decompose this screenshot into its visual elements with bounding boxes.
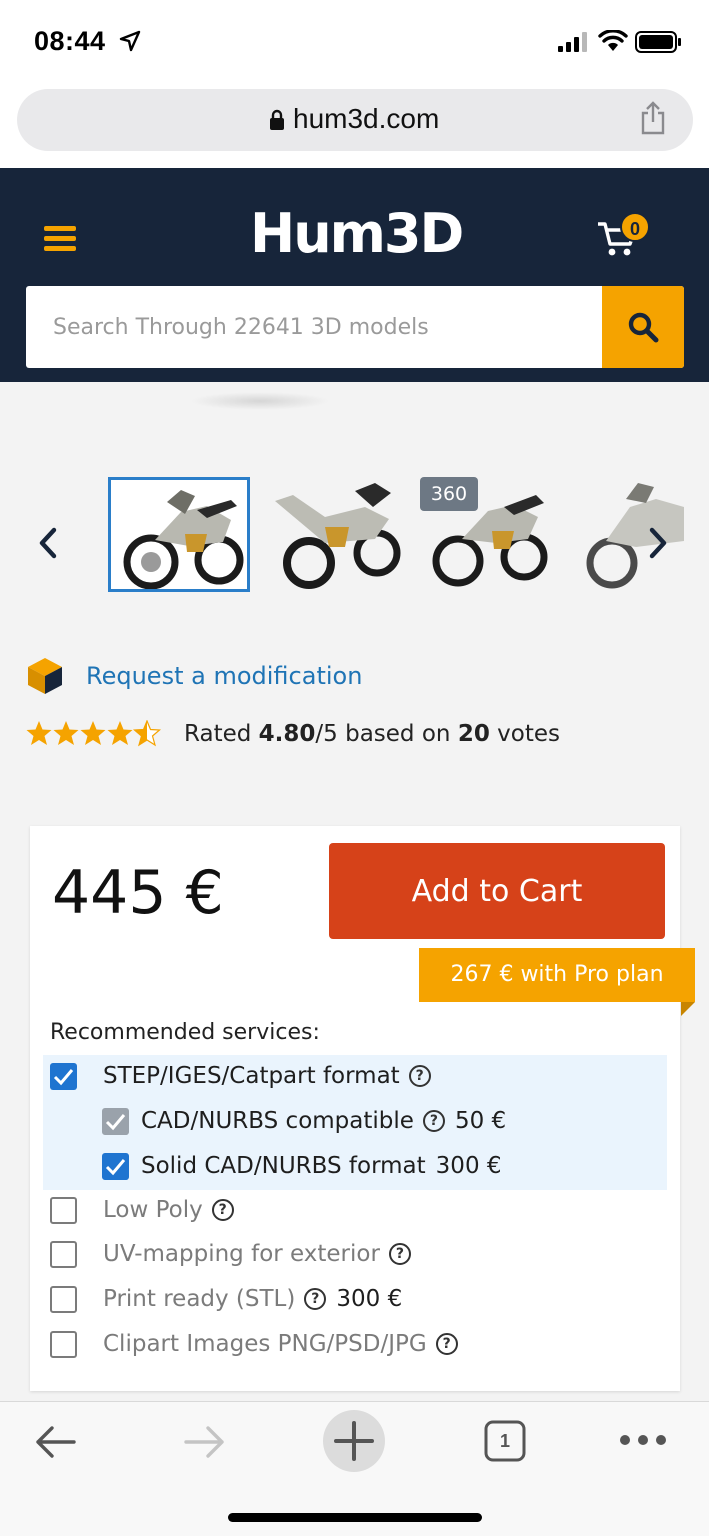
service-label: Low Poly <box>103 1197 203 1223</box>
help-icon[interactable]: ? <box>388 1243 411 1265</box>
help-icon[interactable]: ? <box>211 1199 234 1221</box>
address-url: hum3d.com <box>293 103 440 134</box>
service-label: UV-mapping for exterior <box>103 1241 380 1267</box>
product-price: 445 € <box>52 858 224 928</box>
service-option[interactable]: Clipart Images PNG/PSD/JPG ? <box>50 1324 458 1364</box>
checkmark-icon <box>105 1158 126 1175</box>
wifi-icon <box>598 30 628 51</box>
service-option[interactable]: Solid CAD/NURBS format 300 € <box>102 1146 502 1186</box>
status-time: 08:44 <box>34 26 106 56</box>
more-options-icon[interactable] <box>619 1434 667 1446</box>
service-label: Print ready (STL) <box>103 1286 296 1312</box>
site-header: Hum3D 0 <box>0 168 709 382</box>
chevron-left-icon[interactable] <box>36 526 60 560</box>
chevron-right-icon[interactable] <box>646 526 670 560</box>
vote-count: 20 <box>457 721 490 747</box>
service-option[interactable]: CAD/NURBS compatible ? 50 € <box>102 1101 506 1141</box>
tab-count: 1 <box>499 1431 510 1451</box>
address-bar[interactable]: hum3d.com <box>17 89 693 151</box>
service-label: CAD/NURBS compatible <box>141 1108 414 1134</box>
forward-arrow-icon[interactable] <box>182 1424 226 1460</box>
price-card: 445 € Add to Cart 267 € with Pro plan Re… <box>30 826 695 1391</box>
location-arrow-icon <box>119 30 141 52</box>
checkmark-icon <box>53 1068 74 1085</box>
gallery-thumbnail[interactable] <box>265 477 407 592</box>
cellular-signal-icon <box>558 32 587 52</box>
pro-plan-badge[interactable]: 267 € with Pro plan <box>419 948 695 1002</box>
checkbox-unchecked[interactable] <box>50 1330 77 1358</box>
checkbox-unchecked[interactable] <box>50 1196 77 1224</box>
service-price: 300 € <box>435 1153 502 1179</box>
gallery-thumbnail[interactable]: 360 <box>420 477 562 592</box>
checkbox-checked[interactable] <box>102 1152 129 1180</box>
service-label: Solid CAD/NURBS format <box>141 1153 426 1179</box>
motorcycle-image <box>265 477 407 592</box>
search-input[interactable] <box>26 286 602 368</box>
service-label: STEP/IGES/Catpart format <box>103 1063 400 1089</box>
browser-address-area: hum3d.com <box>0 88 709 168</box>
rating-stars-icon <box>26 720 161 746</box>
battery-icon <box>635 31 681 53</box>
request-modification-link[interactable]: Request a modification <box>86 662 362 690</box>
add-to-cart-button[interactable]: Add to Cart <box>329 843 665 939</box>
rating-summary: Rated 4.80/5 based on 20 votes <box>184 721 560 747</box>
motorcycle-image <box>111 480 247 589</box>
service-price: 300 € <box>336 1286 403 1312</box>
help-icon[interactable]: ? <box>304 1288 327 1310</box>
site-logo[interactable]: Hum3D <box>250 202 464 265</box>
help-icon[interactable]: ? <box>422 1110 445 1132</box>
search-icon <box>628 312 659 343</box>
search-button[interactable] <box>602 286 684 368</box>
share-icon[interactable] <box>639 101 667 135</box>
main-image-shadow <box>190 392 330 410</box>
product-gallery: 360 <box>0 382 709 632</box>
checkbox-unchecked[interactable] <box>50 1285 77 1313</box>
status-bar: 08:44 <box>0 0 709 88</box>
360-view-badge: 360 <box>420 477 478 511</box>
checkmark-icon <box>105 1113 126 1130</box>
rating-value: 4.80 <box>258 721 316 747</box>
checkbox-checked-disabled <box>102 1107 129 1135</box>
cart-count-badge: 0 <box>620 212 650 242</box>
help-icon[interactable]: ? <box>408 1065 431 1087</box>
back-arrow-icon[interactable] <box>34 1424 78 1460</box>
services-heading: Recommended services: <box>50 1020 320 1045</box>
lock-icon <box>270 109 284 130</box>
home-indicator <box>228 1513 482 1522</box>
pro-plan-ribbon-fold <box>681 1002 695 1016</box>
service-option[interactable]: Low Poly ? <box>50 1190 234 1230</box>
service-option[interactable]: UV-mapping for exterior ? <box>50 1234 411 1274</box>
search-bar <box>26 286 684 368</box>
service-option[interactable]: Print ready (STL) ? 300 € <box>50 1279 402 1319</box>
gallery-thumbnail[interactable] <box>108 477 250 592</box>
service-label: Clipart Images PNG/PSD/JPG <box>103 1331 427 1357</box>
new-tab-plus-icon[interactable] <box>323 1410 385 1472</box>
cube-icon <box>28 658 62 694</box>
help-icon[interactable]: ? <box>435 1333 458 1355</box>
service-price: 50 € <box>454 1108 507 1134</box>
hamburger-menu-icon[interactable] <box>44 226 76 252</box>
checkbox-checked[interactable] <box>50 1062 77 1090</box>
service-option[interactable]: STEP/IGES/Catpart format ? <box>50 1056 431 1096</box>
checkbox-unchecked[interactable] <box>50 1240 77 1268</box>
